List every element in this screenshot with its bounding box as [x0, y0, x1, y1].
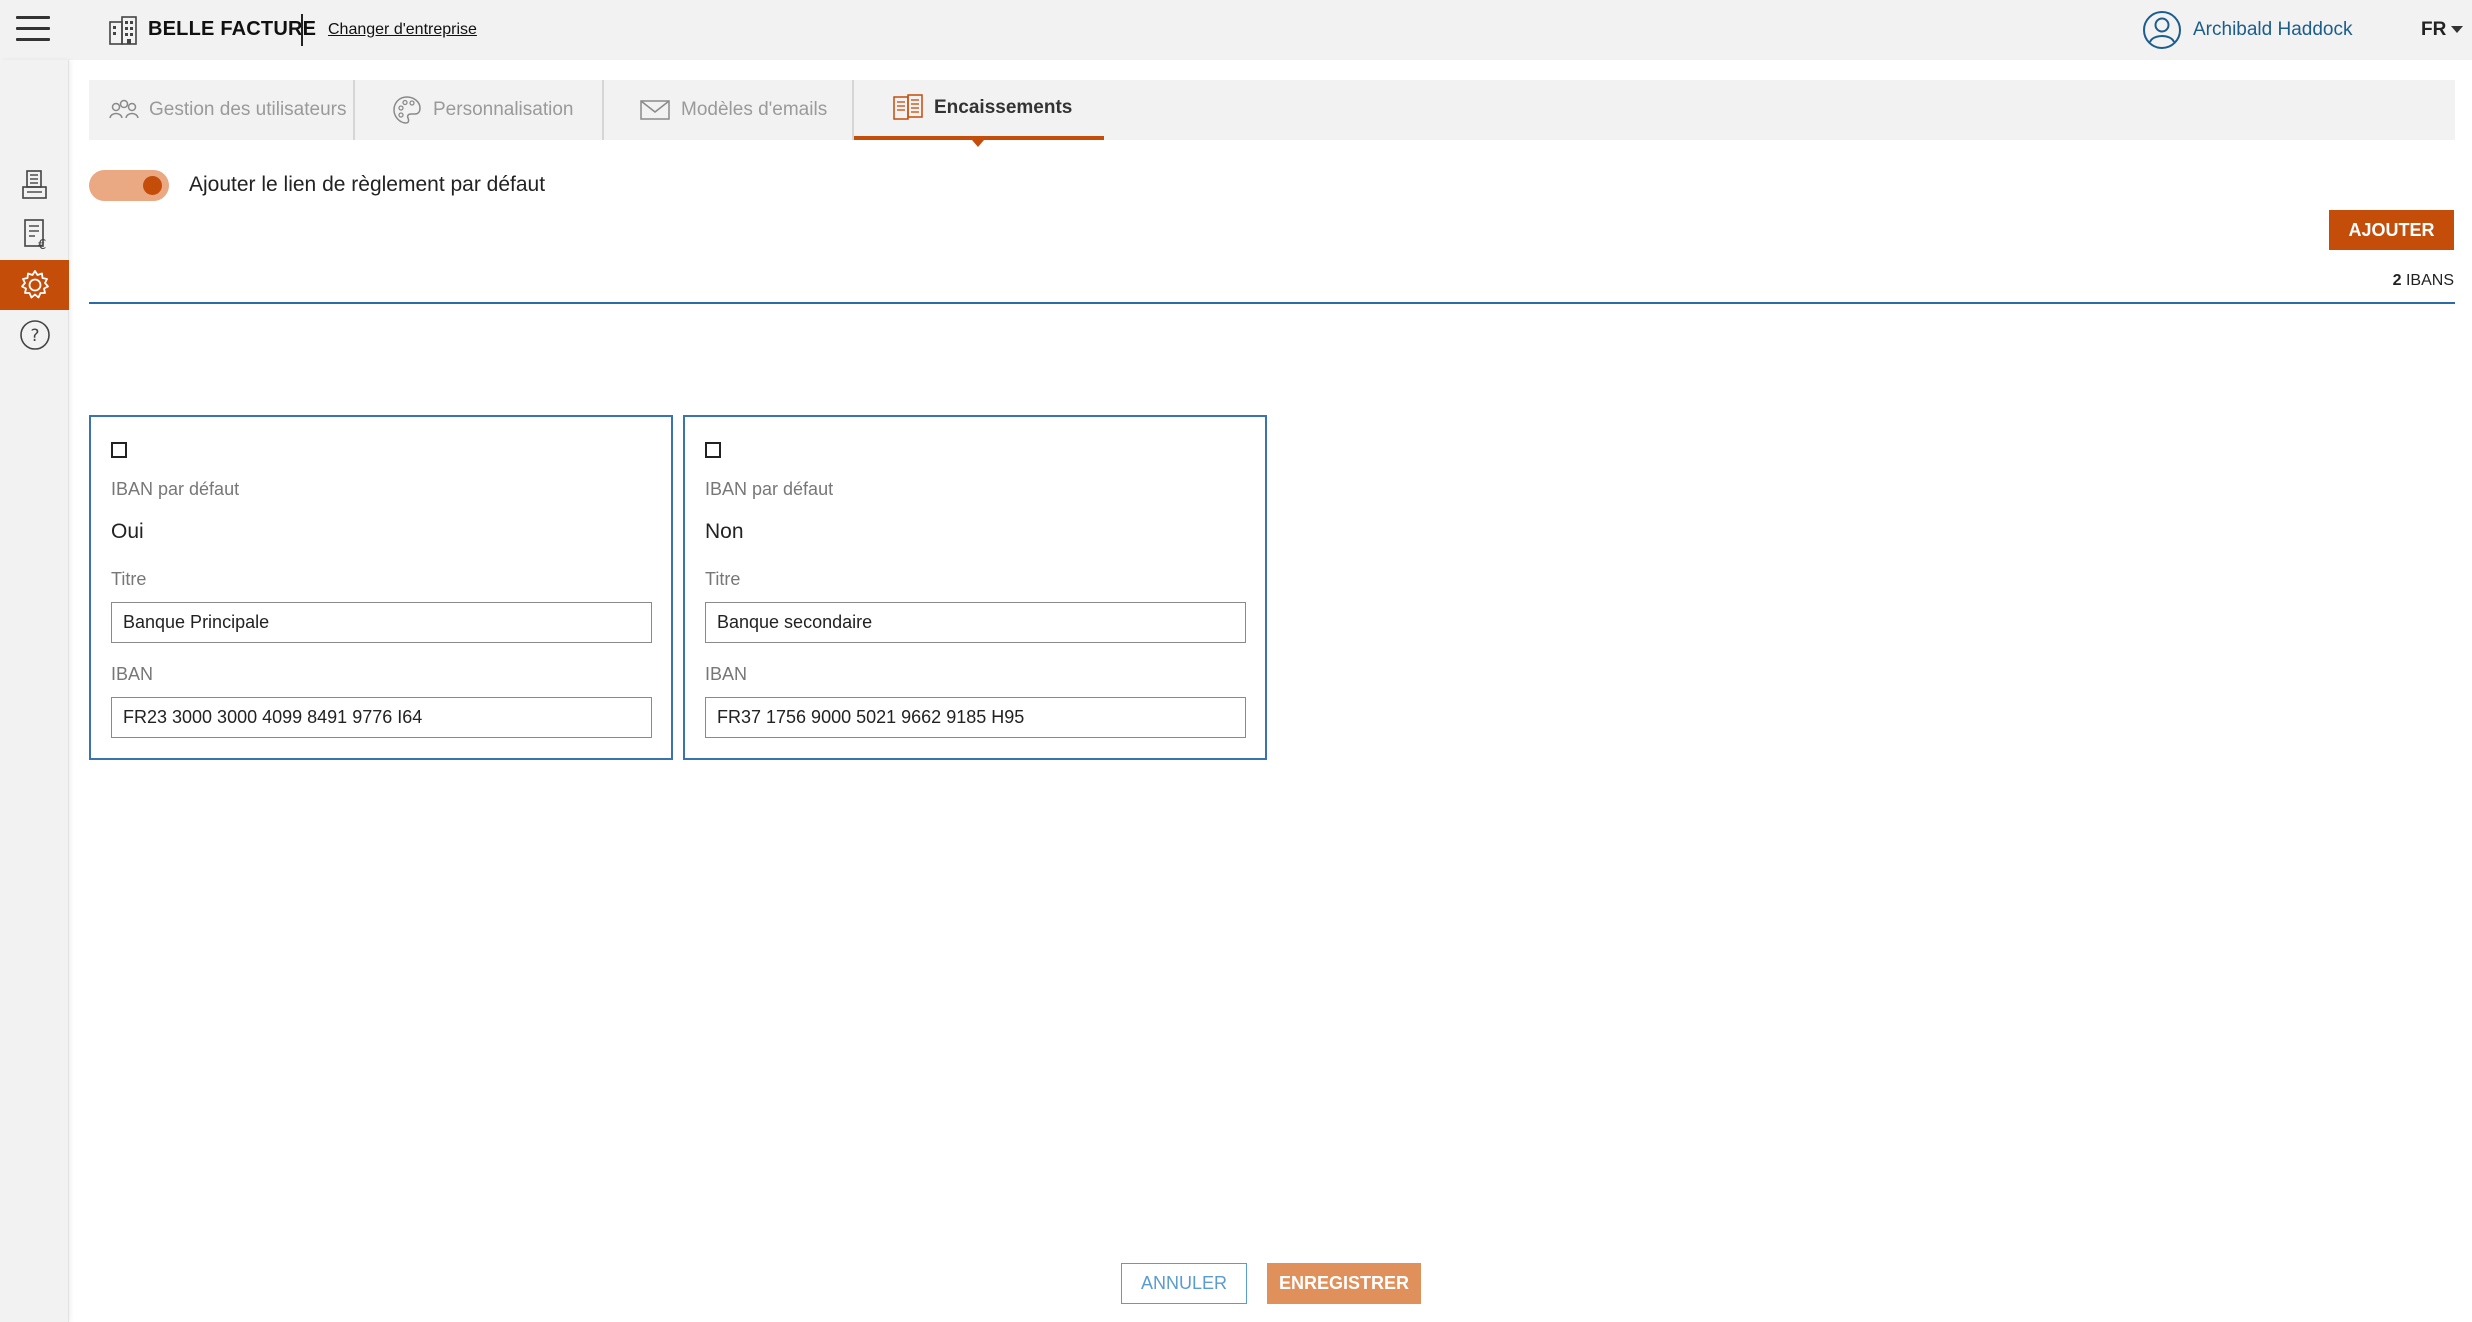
card-select-checkbox[interactable]	[705, 442, 721, 458]
sidebar-item-help[interactable]: ?	[0, 310, 69, 360]
tab-payments[interactable]: Encaissements	[854, 80, 1104, 140]
sidebar-item-documents[interactable]	[0, 160, 69, 210]
svg-text:€: €	[38, 238, 46, 252]
cancel-button[interactable]: ANNULER	[1121, 1263, 1247, 1304]
iban-count: 2 IBANS	[2393, 272, 2454, 290]
help-icon: ?	[19, 320, 50, 350]
title-input[interactable]: Banque Principale	[111, 602, 652, 643]
documents-icon	[21, 170, 47, 199]
iban-label: IBAN	[705, 664, 748, 684]
iban-input[interactable]: FR23 3000 3000 4099 8491 9776 I64	[111, 697, 652, 738]
tab-label: Modèles d'emails	[681, 99, 828, 120]
title-label: Titre	[111, 569, 147, 589]
save-button[interactable]: ENREGISTRER	[1267, 1263, 1421, 1304]
iban-card: IBAN par défaut Oui Titre Banque Princip…	[89, 415, 673, 760]
active-tab-indicator	[972, 140, 984, 147]
toggle-knob	[143, 176, 162, 195]
sidebar-item-settings[interactable]	[0, 260, 69, 310]
sidebar-item-invoices[interactable]: €	[0, 210, 69, 260]
iban-count-unit: IBANS	[2405, 272, 2454, 289]
tab-label: Gestion des utilisateurs	[149, 99, 347, 120]
add-iban-button[interactable]: AJOUTER	[2329, 210, 2454, 250]
svg-text:?: ?	[30, 326, 39, 346]
iban-card: IBAN par défaut Non Titre Banque seconda…	[683, 415, 1267, 760]
iban-count-number: 2	[2392, 272, 2402, 289]
menu-icon[interactable]	[16, 16, 50, 44]
default-payment-link-toggle[interactable]	[89, 170, 169, 201]
iban-label: IBAN	[111, 664, 154, 684]
toggle-label: Ajouter le lien de règlement par défaut	[189, 173, 546, 196]
card-select-checkbox[interactable]	[111, 442, 127, 458]
default-iban-value: Non	[705, 520, 744, 543]
invoice-euro-icon: €	[23, 219, 46, 252]
title-input[interactable]: Banque secondaire	[705, 602, 1246, 643]
title-label: Titre	[705, 569, 741, 589]
language-selector[interactable]: FR	[2421, 19, 2446, 41]
tab-divider	[353, 80, 355, 140]
iban-input[interactable]: FR37 1756 9000 5021 9662 9185 H95	[705, 697, 1246, 738]
sidebar: € ?	[0, 60, 69, 1322]
tab-label: Encaissements	[934, 97, 1073, 118]
payments-icon	[893, 94, 923, 120]
users-icon	[109, 99, 139, 119]
palette-icon	[393, 96, 421, 124]
user-name[interactable]: Archibald Haddock	[2193, 19, 2352, 41]
default-iban-label: IBAN par défaut	[111, 479, 240, 499]
divider	[89, 302, 2455, 304]
company-name: BELLE FACTURE	[148, 18, 317, 40]
settings-tabs: Gestion des utilisateurs Personnalisatio…	[89, 80, 2455, 140]
header-divider	[301, 14, 303, 46]
change-company-link[interactable]: Changer d'entreprise	[328, 21, 477, 39]
user-avatar-icon[interactable]	[2142, 10, 2182, 50]
top-bar: BELLE FACTURE Changer d'entreprise Archi…	[0, 0, 2472, 60]
gear-icon	[20, 270, 49, 299]
envelope-icon	[640, 100, 670, 120]
default-iban-label: IBAN par défaut	[705, 479, 834, 499]
tab-divider	[602, 80, 604, 140]
building-icon	[109, 16, 137, 45]
tab-label: Personnalisation	[433, 99, 574, 120]
default-iban-value: Oui	[111, 520, 144, 543]
chevron-down-icon[interactable]	[2451, 26, 2463, 33]
